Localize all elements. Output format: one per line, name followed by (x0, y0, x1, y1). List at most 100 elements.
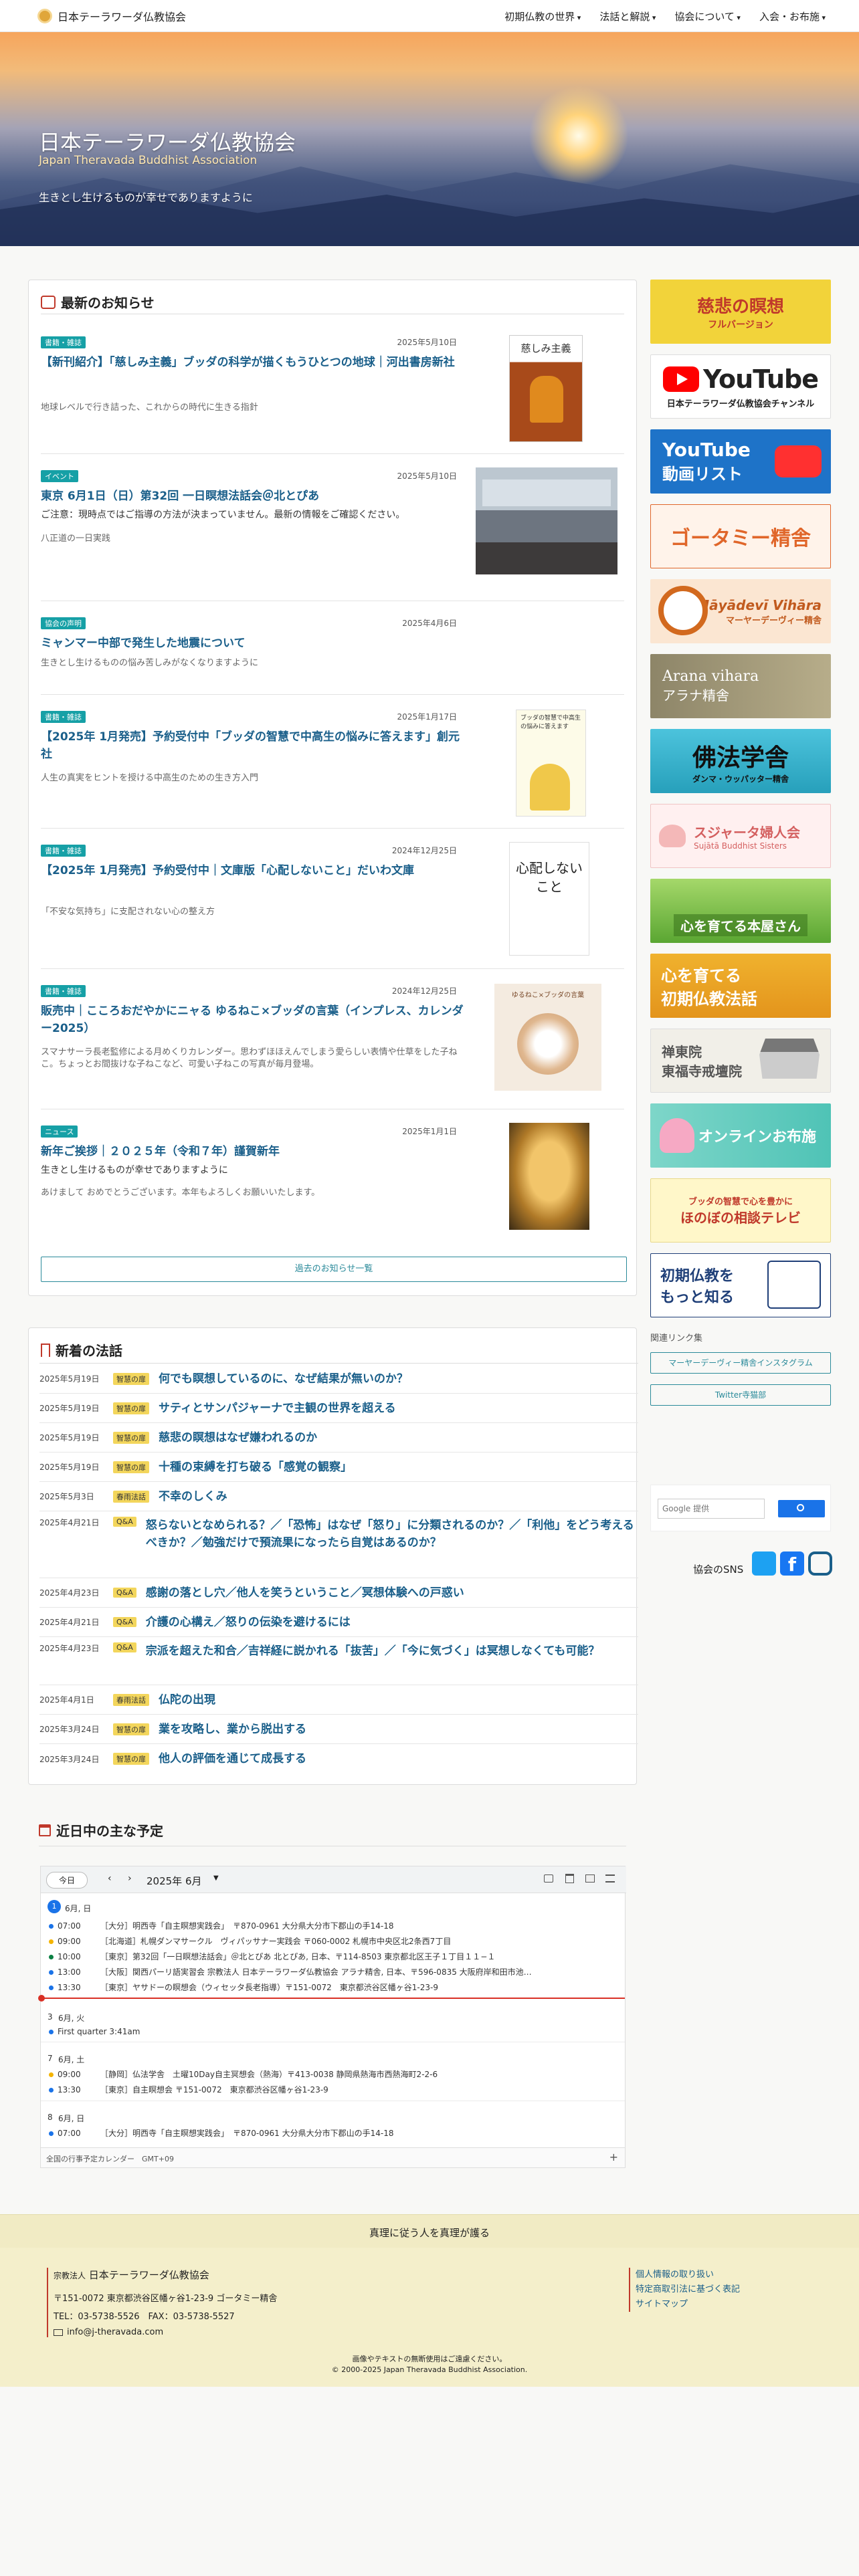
month-dropdown-icon[interactable]: ▼ (213, 1874, 219, 1882)
dharma-title[interactable]: 慈悲の瞑想はなぜ嫌われるのか (159, 1429, 638, 1446)
calendar-event[interactable]: 09:00 ［静岡］仏法学舎 土曜10Day自主冥想会（熱海）〒413-0038 … (49, 2068, 438, 2080)
comment-icon[interactable] (544, 1874, 553, 1883)
news-title[interactable]: 【2025年 1月発売】予約受付中「ブッダの智慧で中高生の悩みに答えます」創元社 (41, 728, 469, 763)
calendar-event[interactable]: 07:00 ［大分］明西寺「自主瞑想実践会」 〒870-0961 大分県大分市下郡… (49, 2127, 393, 2139)
dharma-tag: 春雨法話 (113, 1490, 149, 1503)
dharma-title[interactable]: 感謝の落とし穴／他人を笑うということ／冥想体験への戸惑い (146, 1584, 638, 1602)
sidebar-banner-bookstore[interactable]: 心を育てる本屋さん (650, 879, 831, 943)
dharma-row[interactable]: 2025年5月19日 智慧の扉 何でも瞑想しているのに、なぜ結果が無いのか？ (39, 1364, 638, 1394)
nav-item-about[interactable]: 協会について (674, 9, 741, 23)
sidebar-banner-buppou[interactable]: 佛法学舎 ダンマ・ウッパッター精舎 (650, 729, 831, 793)
print-icon[interactable] (585, 1874, 595, 1883)
buddha-statue-image[interactable] (509, 1123, 589, 1230)
sidebar-banner-honobono[interactable]: ブッダの智慧で心を豊かに ほのぼの相談テレビ (650, 1178, 831, 1243)
event-time: 13:30 (58, 1983, 81, 1992)
dharma-title[interactable]: 怒らないとなめられる？／「恐怖」はなぜ「怒り」に分類されるのか？／「利他」をどう… (146, 1517, 638, 1551)
dharma-title[interactable]: 介護の心構え／怒りの伝染を避けるには (146, 1614, 638, 1631)
event-title: ［北海道］札幌ダンマサークル ヴィパッサナー実践会 〒060-0002 札幌市中… (100, 1937, 452, 1946)
news-title[interactable]: 販売中｜こころおだやかにニャる ゆるねこ×ブッダの言葉（インプレス、カレンダー2… (41, 1002, 469, 1037)
agenda-view-icon[interactable] (605, 1874, 615, 1883)
twitter-link-button[interactable]: Twitter寺猫部 (650, 1384, 831, 1406)
sidebar-banner-zentoin[interactable]: 禅東院 東福寺戒壇院 (650, 1029, 831, 1093)
dharma-row[interactable]: 2025年5月19日 智慧の扉 サティとサンパジャーナで主観の世界を超える (39, 1394, 638, 1423)
dharma-row[interactable]: 2025年3月24日 智慧の扉 他人の評価を通じて成長する (39, 1744, 638, 1774)
sidebar-banner-metta[interactable]: 慈悲の瞑想 フルバージョン (650, 280, 831, 344)
dharma-row[interactable]: 2025年4月1日 春雨法話 仏陀の出現 (39, 1685, 638, 1715)
news-item[interactable]: 書籍・雑誌 2025年1月17日 【2025年 1月発売】予約受付中「ブッダの智… (41, 708, 624, 829)
news-title[interactable]: 東京 6月1日（日）第32回 一日瞑想法話会＠北とぴあ (41, 488, 469, 505)
calendar-event[interactable]: 13:30 ［東京］自主瞑想会 〒151-0072 東京都渋谷区幡ヶ谷1-23-9 (49, 2084, 328, 2095)
dharma-row[interactable]: 2025年5月3日 春雨法話 不幸のしくみ (39, 1482, 638, 1511)
news-item[interactable]: 書籍・雑誌 2024年12月25日 【2025年 1月発売】予約受付中｜文庫版「… (41, 842, 624, 969)
dharma-title[interactable]: 仏陀の出現 (159, 1691, 638, 1709)
facebook-icon[interactable]: f (780, 1551, 804, 1576)
dharma-title[interactable]: 宗派を超えた和合／吉祥経に説かれる「抜苦」／「今に気づく」は冥想しなくても可能？ (146, 1642, 638, 1660)
dharma-row[interactable]: 2025年4月21日 Q&A 介護の心構え／怒りの伝染を避けるには (39, 1608, 638, 1637)
nav-item-join[interactable]: 入会・お布施 (759, 9, 826, 23)
past-news-button[interactable]: 過去のお知らせ一覧 (41, 1257, 627, 1282)
sidebar-banner-arana[interactable]: Arana vihara アラナ精舎 (650, 654, 831, 718)
news-title[interactable]: 【新刊紹介】「慈しみ主義」ブッダの科学が描くもうひとつの地球｜河出書房新社 (41, 354, 469, 371)
dharma-title[interactable]: 他人の評価を通じて成長する (159, 1750, 638, 1767)
nav-item-world[interactable]: 初期仏教の世界 (504, 9, 581, 23)
calendar-event[interactable]: First quarter 3:41am (49, 2027, 140, 2036)
dharma-row[interactable]: 2025年4月23日 Q&A 宗派を超えた和合／吉祥経に説かれる「抜苦」／「今に気づ… (39, 1637, 638, 1685)
calendar-view-icon[interactable] (565, 1874, 574, 1883)
prev-month-icon[interactable]: ‹ (108, 1873, 112, 1884)
book-cover-image[interactable]: 慈しみ主義 (509, 335, 583, 442)
news-item[interactable]: 協会の声明 2025年4月6日 ミャンマー中部で発生した地震について 生きとし生… (41, 615, 624, 695)
privacy-link[interactable]: 個人情報の取り扱い (636, 2268, 740, 2282)
sitemap-link[interactable]: サイトマップ (636, 2297, 740, 2312)
book-cover-image[interactable]: ブッダの智慧で中高生の悩みに答えます (516, 710, 586, 817)
calendar-event[interactable]: 09:00 ［北海道］札幌ダンマサークル ヴィパッサナー実践会 〒060-0002… (49, 1935, 451, 1947)
sidebar-banner-sujata[interactable]: スジャータ婦人会 Sujātā Buddhist Sisters (650, 804, 831, 868)
search-button[interactable] (778, 1500, 825, 1517)
calendar-event[interactable]: 07:00 ［大分］明西寺「自主瞑想実践会」 〒870-0961 大分県大分市下郡… (49, 1920, 393, 1931)
commerce-law-link[interactable]: 特定商取引法に基づく表記 (636, 2282, 740, 2297)
news-item[interactable]: 書籍・雑誌 2024年12月25日 販売中｜こころおだやかにニャる ゆるねこ×ブ… (41, 982, 624, 1109)
dharma-row[interactable]: 2025年3月24日 智慧の扉 業を攻略し、業から脱出する (39, 1715, 638, 1744)
sidebar-banner-online-donation[interactable]: オンラインお布施 (650, 1103, 831, 1168)
search-input[interactable] (658, 1499, 765, 1519)
event-time: 13:30 (58, 2085, 81, 2095)
sidebar-banner-mayadevi[interactable]: Māyādevī Vihāra マーヤーデーヴィー精舎 (650, 579, 831, 643)
news-title[interactable]: 新年ご挨拶｜２０２５年（令和７年）謹賀新年 (41, 1143, 469, 1160)
sidebar-banner-learn-more[interactable]: 初期仏教を もっと知る (650, 1253, 831, 1317)
month-label[interactable]: 2025年 6月 (147, 1874, 202, 1888)
banner-label: 心を育てる本屋さん (674, 914, 807, 936)
today-button[interactable]: 今日 (46, 1872, 88, 1889)
site-brand[interactable]: 日本テーラワーダ仏教協会 (37, 8, 186, 24)
news-title[interactable]: 【2025年 1月発売】予約受付中｜文庫版「心配しないこと」だいわ文庫 (41, 862, 469, 879)
dharma-title[interactable]: 業を攻略し、業から脱出する (159, 1721, 638, 1738)
sidebar-banner-dharma-talk[interactable]: 心を育てる 初期仏教法話 (650, 954, 831, 1018)
next-month-icon[interactable]: › (128, 1873, 132, 1884)
news-item[interactable]: ニュース 2025年1月1日 新年ご挨拶｜２０２５年（令和７年）謹賀新年 生きと… (41, 1123, 624, 1243)
dharma-row[interactable]: 2025年4月21日 Q&A 怒らないとなめられる？／「恐怖」はなぜ「怒り」に分類さ… (39, 1511, 638, 1578)
instagram-link-button[interactable]: マーヤーデーヴィー精舎インスタグラム (650, 1352, 831, 1374)
nav-item-dharma[interactable]: 法話と解説 (599, 9, 656, 23)
calendar-event[interactable]: 10:00 ［東京］第32回「一日瞑想法話会」＠北とぴあ 北とぴあ, 日本、〒11… (49, 1951, 495, 1962)
banner-label: Māyādevī Vihāra (696, 597, 822, 613)
add-calendar-icon[interactable]: + (609, 2151, 618, 2163)
dharma-row[interactable]: 2025年5月19日 智慧の扉 慈悲の瞑想はなぜ嫌われるのか (39, 1423, 638, 1453)
twitter-icon[interactable] (752, 1551, 776, 1576)
sidebar-banner-video-list[interactable]: YouTube 動画リスト (650, 429, 831, 494)
news-title[interactable]: ミャンマー中部で発生した地震について (41, 635, 469, 652)
dharma-title[interactable]: 何でも瞑想しているのに、なぜ結果が無いのか？ (159, 1370, 638, 1388)
dharma-row[interactable]: 2025年4月23日 Q&A 感謝の落とし穴／他人を笑うということ／冥想体験への戸惑… (39, 1578, 638, 1608)
calendar-event[interactable]: 13:00 ［大阪］関西パーリ語実習会 宗教法人 日本テーラワーダ仏教協会 アラナ… (49, 1966, 532, 1977)
sidebar-banner-gotami[interactable]: ゴータミー精舎 (650, 504, 831, 568)
event-photo[interactable] (476, 467, 617, 574)
dharma-title[interactable]: 不幸のしくみ (159, 1488, 638, 1505)
org-email[interactable]: info@j-theravada.com (67, 2327, 163, 2337)
dharma-title[interactable]: 十種の束縛を打ち破る「感覚の観察」 (159, 1459, 638, 1476)
instagram-icon[interactable] (808, 1551, 832, 1576)
dharma-row[interactable]: 2025年5月19日 智慧の扉 十種の束縛を打ち破る「感覚の観察」 (39, 1453, 638, 1482)
news-item[interactable]: 書籍・雑誌 2025年5月10日 【新刊紹介】「慈しみ主義」ブッダの科学が描くも… (41, 334, 624, 454)
calendar-event[interactable]: 13:30 ［東京］ヤサドーの瞑想会（ウィセッタ長老指導）〒151-0072 東京… (49, 1981, 438, 1993)
news-item[interactable]: イベント 2025年5月10日 東京 6月1日（日）第32回 一日瞑想法話会＠北… (41, 467, 624, 601)
sidebar-banner-youtube[interactable]: YouTube 日本テーラワーダ仏教協会チャンネル (650, 354, 831, 419)
calendar-cover-image[interactable]: ゆるねこ×ブッダの言葉 (494, 984, 601, 1091)
book-cover-image[interactable]: 心配しないこと (509, 842, 589, 956)
dharma-title[interactable]: サティとサンパジャーナで主観の世界を超える (159, 1400, 638, 1417)
